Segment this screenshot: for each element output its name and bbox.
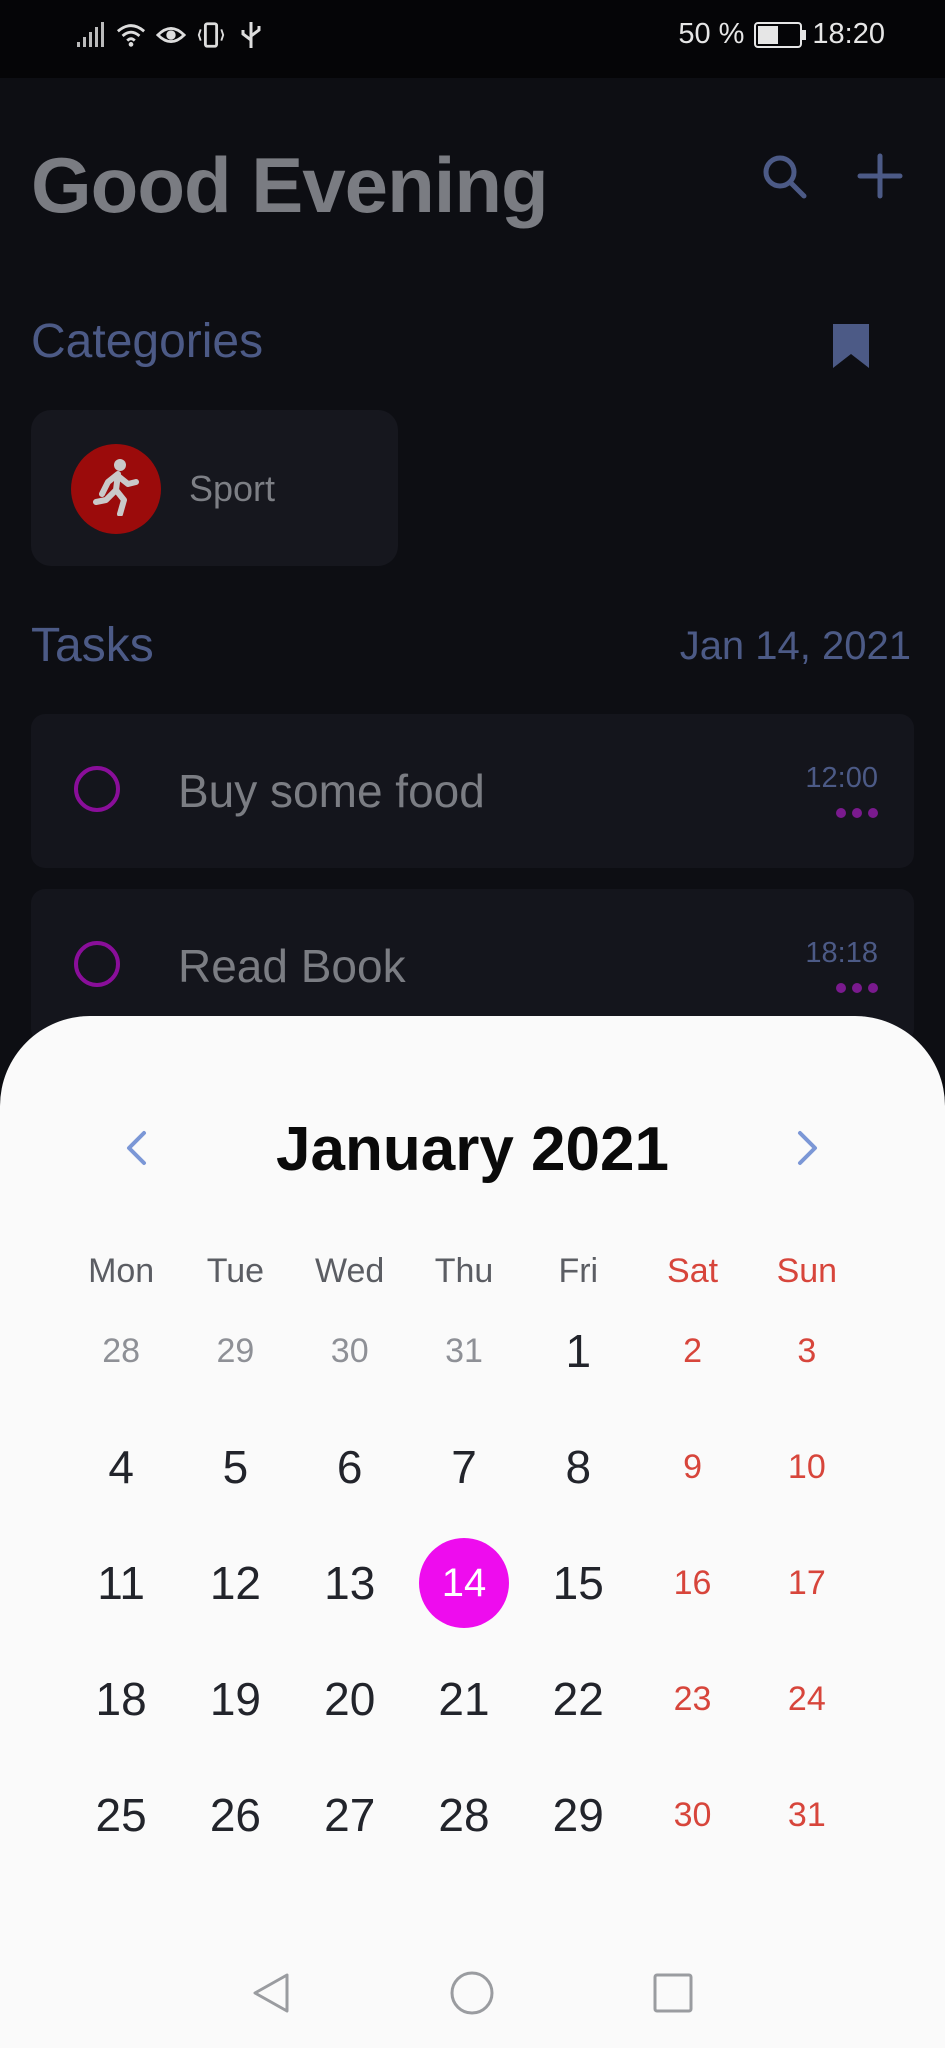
calendar-day[interactable]: 21: [407, 1654, 521, 1744]
calendar-day[interactable]: 26: [178, 1770, 292, 1860]
next-month-button[interactable]: [786, 1128, 830, 1172]
signal-icon: [76, 20, 106, 50]
calendar-day-weekend[interactable]: 3: [750, 1306, 864, 1396]
calendar-day[interactable]: 15: [521, 1538, 635, 1628]
home-button[interactable]: [447, 1970, 497, 2020]
calendar-day-weekend[interactable]: 16: [635, 1538, 749, 1628]
calendar-day[interactable]: 11: [64, 1538, 178, 1628]
calendar-day[interactable]: 4: [64, 1422, 178, 1512]
calendar-week: 25 26 27 28 29 30 31: [64, 1770, 864, 1860]
calendar-day[interactable]: 28: [407, 1770, 521, 1860]
app-main: Good Evening Categories Sport Tasks Jan …: [0, 78, 945, 1078]
greeting-title: Good Evening: [31, 141, 549, 229]
tasks-title: Tasks: [31, 619, 154, 672]
task-title: Buy some food: [178, 765, 485, 817]
calendar-day[interactable]: 25: [64, 1770, 178, 1860]
calendar-day-weekend[interactable]: 9: [635, 1422, 749, 1512]
more-dots-icon[interactable]: [836, 983, 878, 993]
calendar-day-weekend[interactable]: 30: [635, 1770, 749, 1860]
calendar-day-weekend[interactable]: 2: [635, 1306, 749, 1396]
weekday-header: Mon Tue Wed Thu Fri Sat Sun: [64, 1252, 864, 1291]
more-dots-icon[interactable]: [836, 808, 878, 818]
calendar-day[interactable]: 7: [407, 1422, 521, 1512]
battery-icon: [754, 21, 807, 48]
battery-percent: 50 %: [678, 18, 745, 50]
tasks-date[interactable]: Jan 14, 2021: [680, 624, 911, 669]
wifi-icon: [116, 20, 146, 50]
weekday-label: Tue: [206, 1252, 265, 1290]
chevron-right-icon: [796, 1130, 820, 1171]
status-icons: [76, 20, 266, 50]
weekday-label: Sun: [776, 1252, 838, 1290]
bookmark-button[interactable]: [831, 322, 871, 375]
category-label: Sport: [189, 468, 276, 509]
weekday-label: Wed: [315, 1252, 385, 1290]
selected-day-label: 14: [418, 1538, 509, 1628]
calendar-day[interactable]: 29: [521, 1770, 635, 1860]
back-triangle-icon: [249, 1971, 293, 2020]
task-time: 12:00: [805, 762, 878, 794]
categories-title: Categories: [31, 315, 264, 368]
calendar-day[interactable]: 12: [178, 1538, 292, 1628]
calendar-day[interactable]: 27: [293, 1770, 407, 1860]
calendar-day[interactable]: 19: [178, 1654, 292, 1744]
add-task-button[interactable]: [852, 150, 908, 206]
status-time: 18:20: [812, 18, 885, 50]
search-button[interactable]: [756, 150, 812, 206]
running-person-icon: [92, 458, 140, 521]
calendar-day-weekend[interactable]: 24: [750, 1654, 864, 1744]
calendar-day-weekend[interactable]: 10: [750, 1422, 864, 1512]
calendar-day[interactable]: 6: [293, 1422, 407, 1512]
task-checkbox[interactable]: [74, 766, 120, 812]
weekday-label: Thu: [434, 1252, 494, 1290]
calendar-week: 11 12 13 14 15 16 17: [64, 1538, 864, 1628]
weekday-label: Fri: [558, 1252, 599, 1290]
task-checkbox[interactable]: [74, 941, 120, 987]
status-right: 50 % 18:20: [678, 18, 885, 51]
calendar-day-weekend[interactable]: 23: [635, 1654, 749, 1744]
calendar-week: 28 29 30 31 1 2 3: [64, 1306, 864, 1396]
calendar-day-outside[interactable]: 31: [407, 1306, 521, 1396]
calendar-day[interactable]: 13: [293, 1538, 407, 1628]
search-icon: [759, 151, 809, 206]
calendar-day-weekend[interactable]: 31: [750, 1770, 864, 1860]
recents-button[interactable]: [648, 1970, 698, 2020]
calendar-day-outside[interactable]: 30: [293, 1306, 407, 1396]
calendar-week: 4 5 6 7 8 9 10: [64, 1422, 864, 1512]
category-avatar: [71, 444, 161, 534]
weekday-label: Sat: [667, 1252, 719, 1290]
task-time: 18:18: [805, 937, 878, 969]
task-item[interactable]: Buy some food 12:00: [31, 714, 914, 868]
calendar-day[interactable]: 18: [64, 1654, 178, 1744]
calendar-day-selected[interactable]: 14: [407, 1538, 521, 1628]
calendar-day-outside[interactable]: 29: [178, 1306, 292, 1396]
calendar-day[interactable]: 1: [521, 1306, 635, 1396]
recents-square-icon: [652, 1972, 694, 2019]
battery-fill: [758, 25, 779, 44]
calendar-day-weekend[interactable]: 17: [750, 1538, 864, 1628]
usb-icon: [236, 20, 266, 50]
calendar-week: 18 19 20 21 22 23 24: [64, 1654, 864, 1744]
system-nav-bar: [0, 1940, 945, 2048]
task-title: Read Book: [178, 940, 406, 992]
bookmark-icon: [831, 324, 871, 374]
weekday-label: Mon: [88, 1252, 155, 1290]
calendar-sheet: January 2021 Mon Tue Wed Thu Fri Sat Sun…: [0, 1016, 945, 1940]
plus-icon: [857, 153, 903, 204]
eye-icon: [156, 20, 186, 50]
vibrate-icon: [196, 20, 226, 50]
status-bar: 50 % 18:20: [0, 0, 945, 78]
back-button[interactable]: [246, 1970, 296, 2020]
calendar-day[interactable]: 8: [521, 1422, 635, 1512]
calendar-day[interactable]: 5: [178, 1422, 292, 1512]
calendar-day[interactable]: 22: [521, 1654, 635, 1744]
category-card-sport[interactable]: Sport: [31, 410, 398, 566]
calendar-day[interactable]: 20: [293, 1654, 407, 1744]
calendar-day-outside[interactable]: 28: [64, 1306, 178, 1396]
home-circle-icon: [449, 1970, 495, 2021]
